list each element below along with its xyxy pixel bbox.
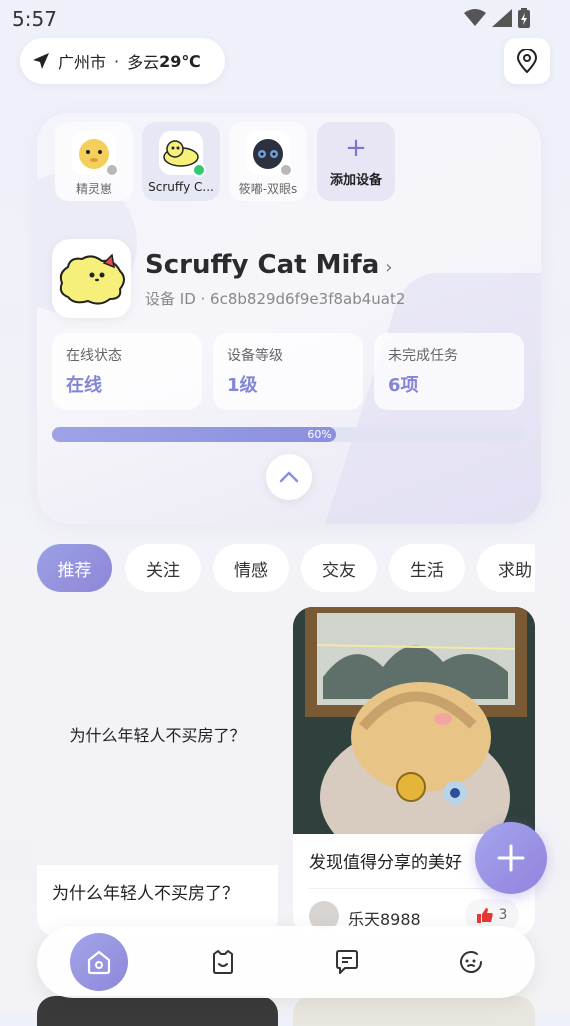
device-card: 精灵崽 Scruffy C... 筱嘟-双眼s + 添加设备 Scruffy C… (37, 113, 541, 524)
device-tab-1[interactable]: 精灵崽 (55, 122, 133, 201)
progress-text: 60% (307, 428, 332, 441)
device-tab-3[interactable]: 筱嘟-双眼s (229, 122, 307, 201)
device-avatar (159, 131, 206, 177)
chevron-up-icon (279, 471, 299, 483)
nav-shop[interactable] (194, 933, 252, 991)
battery-icon (518, 8, 530, 28)
chevron-right-icon: › (385, 257, 393, 278)
status-bar: 5:57 (0, 0, 570, 38)
temperature: 29℃ (159, 51, 201, 71)
cover-text: 为什么年轻人不买房了？ (69, 726, 246, 745)
chat-icon (336, 950, 358, 974)
stat-value: 在线 (66, 375, 102, 396)
status-time: 5:57 (12, 7, 57, 31)
like-count: 3 (498, 907, 508, 923)
device-name[interactable]: Scruffy Cat Mifa › (145, 250, 392, 280)
tab-help[interactable]: 求助 (477, 544, 535, 592)
nav-home[interactable] (70, 933, 128, 991)
tab-emotion[interactable]: 情感 (213, 544, 289, 592)
text-cover: 为什么年轻人不买房了？ (37, 607, 278, 865)
location-separator: · (114, 51, 120, 71)
device-name-text: Scruffy Cat Mifa (145, 250, 380, 280)
stat-label: 在线状态 (66, 348, 122, 364)
post-photo (293, 607, 535, 834)
post-title: 为什么年轻人不买房了？ (52, 884, 239, 904)
home-icon (87, 950, 111, 975)
progress-fill: 60% (52, 427, 336, 442)
status-dot (279, 163, 293, 177)
feed-card-peek (293, 996, 535, 1026)
device-avatar (72, 131, 119, 177)
device-avatar (246, 131, 293, 177)
device-tab-label: 筱嘟-双眼s (238, 182, 298, 196)
furry-pet-photo (293, 607, 535, 834)
wifi-icon (464, 9, 486, 26)
plus-icon: + (345, 133, 367, 163)
signal-icon (492, 9, 512, 27)
feed-card-left[interactable]: 为什么年轻人不买房了？ 为什么年轻人不买房了？ (37, 607, 278, 937)
map-pin-icon (516, 49, 538, 73)
weather-text: 多云 (127, 53, 160, 72)
location-weather-pill[interactable]: 广州市 · 多云 29℃ (20, 38, 225, 84)
stat-label: 设备等级 (227, 348, 283, 364)
stat-label: 未完成任务 (388, 348, 458, 364)
nav-profile[interactable] (442, 933, 500, 991)
progress-bar: 60% (52, 427, 525, 442)
stat-device-level: 设备等级 1级 (213, 333, 363, 410)
device-id: 设备 ID · 6c8b829d6f9e3f8ab4uat2 (145, 290, 406, 308)
bottom-navigation (37, 926, 535, 998)
create-post-button[interactable] (475, 822, 547, 894)
device-tab-label: Scruffy C... (148, 180, 214, 194)
stat-value: 1级 (227, 375, 258, 396)
scruffy-cat-icon (59, 252, 125, 305)
map-pin-button[interactable] (504, 38, 550, 84)
face-icon (460, 951, 482, 973)
status-dot (192, 163, 206, 177)
add-device-button[interactable]: + 添加设备 (317, 122, 395, 201)
tab-friends[interactable]: 交友 (301, 544, 377, 592)
stat-value: 6项 (388, 375, 419, 396)
divider (309, 888, 519, 889)
tab-follow[interactable]: 关注 (125, 544, 201, 592)
category-tabs: 推荐 关注 情感 交友 生活 求助 (37, 544, 535, 592)
bag-icon (213, 950, 233, 974)
city-name: 广州市 (58, 53, 107, 72)
nav-messages[interactable] (318, 933, 376, 991)
device-tab-label: 精灵崽 (75, 182, 112, 196)
navigation-arrow-icon (33, 53, 49, 69)
status-icons (464, 8, 530, 28)
tab-recommend[interactable]: 推荐 (37, 544, 112, 592)
status-dot (105, 163, 119, 177)
collapse-button[interactable] (266, 454, 312, 500)
current-device-avatar[interactable] (52, 239, 131, 318)
plus-icon (497, 844, 525, 872)
stat-unfinished-tasks[interactable]: 未完成任务 6项 (374, 333, 524, 410)
post-title: 发现值得分享的美好 (309, 853, 462, 873)
stat-online-status: 在线状态 在线 (52, 333, 202, 410)
device-tab-2[interactable]: Scruffy C... (142, 122, 220, 201)
feed-card-peek (37, 996, 278, 1026)
thumbs-up-icon (476, 908, 493, 923)
add-device-label: 添加设备 (329, 173, 382, 188)
tab-life[interactable]: 生活 (389, 544, 465, 592)
